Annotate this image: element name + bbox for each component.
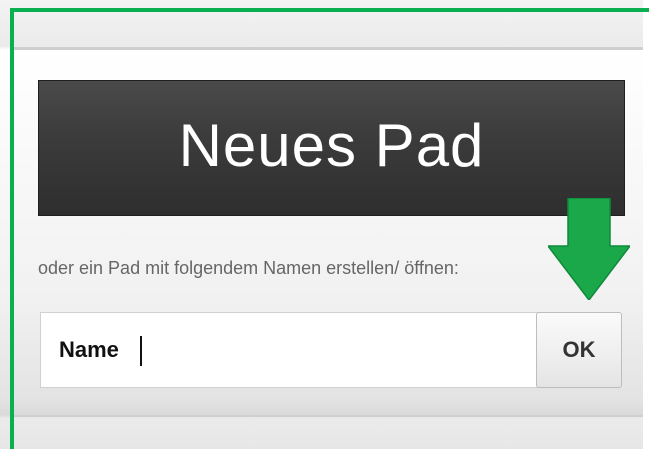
footer-divider bbox=[14, 415, 643, 417]
open-pad-prompt: oder ein Pad mit folgendem Namen erstell… bbox=[38, 258, 459, 278]
header-divider bbox=[14, 47, 643, 50]
page-frame: Neues Pad oder ein Pad mit folgendem Nam… bbox=[0, 0, 649, 449]
ok-button[interactable]: OK bbox=[536, 312, 622, 388]
annotation-border-top bbox=[10, 8, 649, 12]
new-pad-label: Neues Pad bbox=[178, 112, 485, 179]
annotation-border-left bbox=[10, 8, 14, 449]
down-arrow-icon bbox=[548, 198, 630, 300]
new-pad-button[interactable]: Neues Pad bbox=[38, 80, 625, 216]
pad-name-input[interactable] bbox=[40, 312, 538, 388]
text-caret bbox=[140, 336, 142, 366]
down-arrow-shape bbox=[548, 198, 630, 300]
